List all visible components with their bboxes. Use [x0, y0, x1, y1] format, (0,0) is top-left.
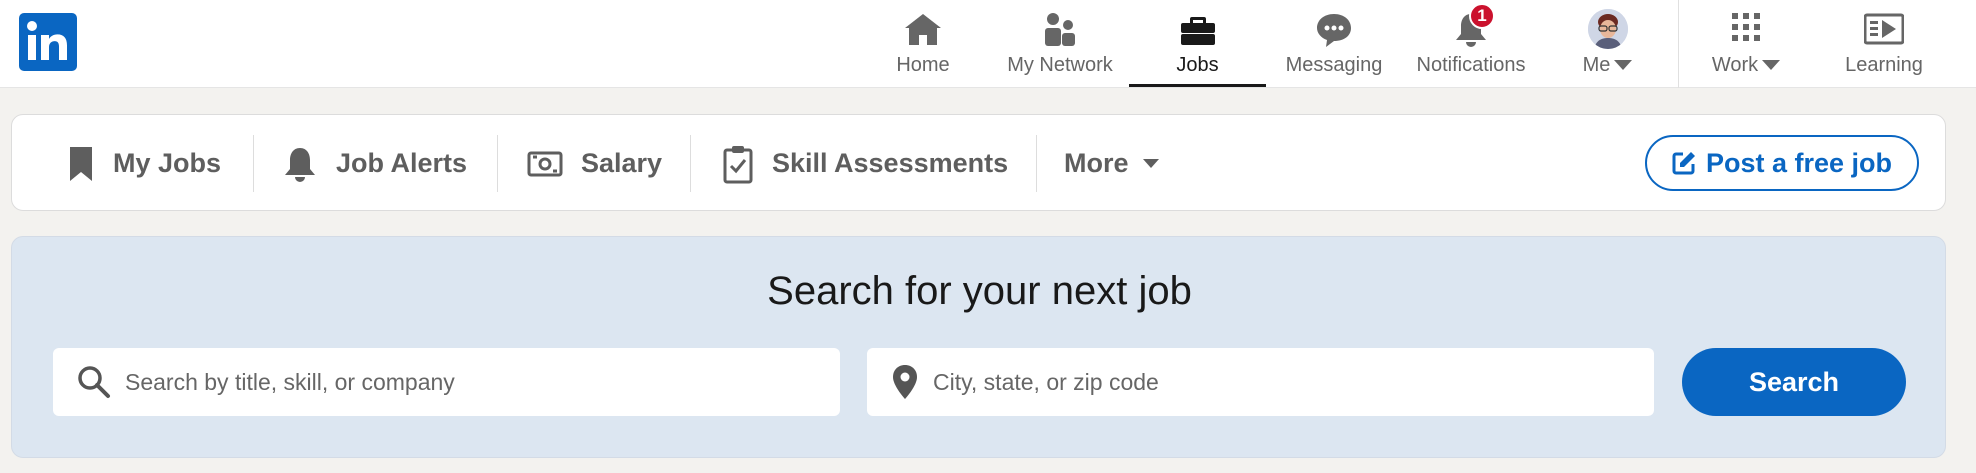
post-free-job-button[interactable]: Post a free job — [1645, 135, 1919, 191]
chevron-down-icon — [1142, 159, 1159, 168]
nav-me-label: Me — [1583, 53, 1633, 77]
nav-home-label: Home — [896, 54, 950, 76]
keyword-search-field[interactable] — [53, 348, 840, 416]
nav-messaging[interactable]: Messaging — [1278, 0, 1390, 88]
subnav-divider — [497, 135, 498, 192]
subnav-job-alerts[interactable]: Job Alerts — [282, 115, 467, 212]
subnav-more[interactable]: More — [1064, 115, 1159, 212]
network-icon — [1040, 9, 1080, 49]
location-search-input[interactable] — [933, 348, 1654, 416]
nav-jobs[interactable]: Jobs — [1129, 0, 1266, 88]
search-icon — [78, 366, 110, 398]
subnav-more-label: More — [1064, 148, 1129, 178]
nav-my-network[interactable]: My Network — [997, 0, 1123, 88]
money-icon — [527, 151, 563, 176]
bell-icon: 1 — [1451, 3, 1495, 49]
nav-my-network-label: My Network — [1007, 54, 1113, 76]
search-button[interactable]: Search — [1682, 348, 1906, 416]
edit-icon — [1672, 152, 1695, 175]
job-search-card: Search for your next job Search — [11, 236, 1946, 458]
linkedin-logo[interactable] — [19, 13, 77, 71]
nav-jobs-label: Jobs — [1176, 54, 1219, 76]
location-pin-icon — [893, 365, 917, 399]
learning-icon — [1863, 9, 1905, 49]
nav-divider — [1678, 0, 1679, 88]
briefcase-icon — [1178, 9, 1218, 49]
nav-notifications-label: Notifications — [1416, 54, 1526, 76]
subnav-divider — [253, 135, 254, 192]
messaging-icon — [1314, 9, 1354, 49]
grid-icon — [1726, 9, 1766, 49]
subnav-my-jobs[interactable]: My Jobs — [67, 115, 221, 212]
location-search-field[interactable] — [867, 348, 1654, 416]
top-navigation: Home My Network Jobs Messaging 1 Notific… — [0, 0, 1976, 88]
notification-badge: 1 — [1469, 3, 1495, 29]
nav-work-label: Work — [1711, 53, 1781, 77]
nav-me-text: Me — [1582, 54, 1611, 76]
subnav-skill-assessments[interactable]: Skill Assessments — [722, 115, 1008, 212]
nav-work[interactable]: Work — [1700, 0, 1792, 88]
subnav-salary[interactable]: Salary — [527, 115, 662, 212]
nav-learning[interactable]: Learning — [1836, 0, 1932, 88]
nav-notifications[interactable]: 1 Notifications — [1408, 0, 1534, 88]
keyword-search-input[interactable] — [125, 348, 840, 416]
nav-home[interactable]: Home — [873, 0, 973, 88]
bell-icon — [285, 147, 315, 182]
subnav-divider — [1036, 135, 1037, 192]
bookmark-icon — [70, 146, 92, 181]
search-heading: Search for your next job — [767, 269, 1192, 313]
chevron-down-icon — [1614, 60, 1633, 70]
home-icon — [903, 9, 943, 49]
chevron-down-icon — [1762, 60, 1781, 70]
avatar — [1587, 9, 1628, 49]
nav-me[interactable]: Me — [1560, 0, 1655, 88]
subnav-salary-label: Salary — [581, 148, 663, 178]
nav-messaging-label: Messaging — [1285, 54, 1383, 76]
subnav-skill-assessments-label: Skill Assessments — [772, 148, 1009, 178]
subnav-divider — [690, 135, 691, 192]
nav-learning-label: Learning — [1845, 54, 1923, 76]
post-free-job-label: Post a free job — [1705, 147, 1893, 178]
clipboard-check-icon — [723, 145, 753, 183]
jobs-subnav: My Jobs Job Alerts Salary Skill Assessme… — [11, 114, 1946, 211]
subnav-job-alerts-label: Job Alerts — [336, 148, 468, 178]
nav-work-text: Work — [1711, 54, 1759, 76]
subnav-my-jobs-label: My Jobs — [113, 148, 222, 178]
